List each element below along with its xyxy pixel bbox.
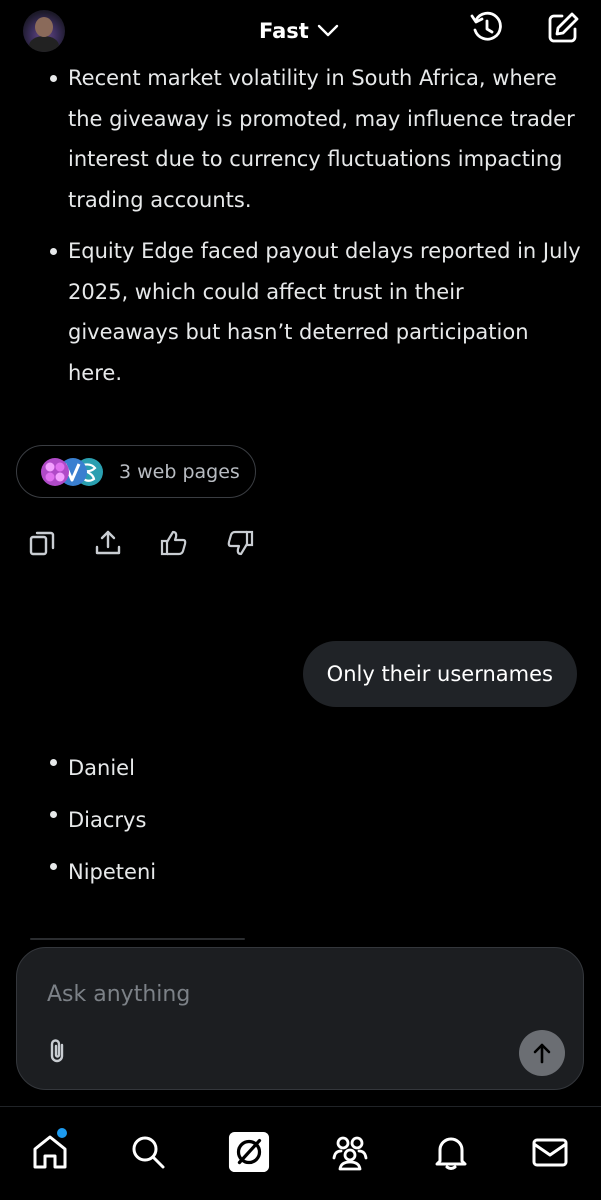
- sources-pill[interactable]: 3 web pages: [16, 445, 256, 498]
- nav-notifications[interactable]: [430, 1131, 472, 1173]
- copy-icon: [29, 531, 55, 556]
- response-actions: [28, 526, 292, 560]
- nav-search[interactable]: [127, 1131, 169, 1173]
- scroll-edge-divider: [30, 938, 245, 940]
- ask-input[interactable]: [47, 974, 487, 1014]
- dislike-button[interactable]: [226, 526, 292, 560]
- share-icon: [95, 530, 121, 555]
- list-item: Diacrys: [0, 794, 601, 846]
- list-item: Daniel: [0, 742, 601, 794]
- chevron-down-icon: [317, 24, 339, 37]
- search-icon: [132, 1136, 165, 1169]
- send-button[interactable]: [519, 1030, 565, 1076]
- thumbs-down-icon: [227, 530, 254, 556]
- composer: [16, 947, 584, 1090]
- thumbs-up-icon: [160, 530, 187, 556]
- bell-icon: [435, 1137, 467, 1170]
- sources-label: 3 web pages: [119, 460, 240, 483]
- response-bullet: Recent market volatility in South Africa…: [0, 58, 601, 220]
- list-item: Nipeteni: [0, 846, 601, 898]
- model-selector[interactable]: Fast: [259, 16, 339, 46]
- top-bar: Fast: [0, 0, 601, 62]
- model-label: Fast: [259, 19, 309, 43]
- home-icon: [33, 1135, 67, 1169]
- mail-icon: [532, 1138, 568, 1167]
- share-button[interactable]: [94, 526, 160, 560]
- grok-icon: [228, 1131, 270, 1173]
- response-bullet-list: Recent market volatility in South Africa…: [0, 58, 601, 393]
- source-favicons: [39, 455, 105, 489]
- copy-button[interactable]: [28, 526, 94, 560]
- compose-icon[interactable]: [546, 11, 580, 45]
- response-bullet: Equity Edge faced payout delays reported…: [0, 231, 601, 393]
- like-button[interactable]: [160, 526, 226, 560]
- names-list: Daniel Diacrys Nipeteni: [0, 742, 601, 898]
- arrow-up-icon: [533, 1043, 551, 1064]
- user-message-text: Only their usernames: [326, 662, 553, 686]
- nav-communities[interactable]: [329, 1131, 371, 1173]
- nav-messages[interactable]: [529, 1131, 571, 1173]
- nav-home[interactable]: [29, 1131, 71, 1173]
- avatar[interactable]: [23, 10, 65, 52]
- notification-dot: [57, 1128, 67, 1138]
- user-message-bubble: Only their usernames: [302, 641, 577, 707]
- nav-grok[interactable]: [228, 1131, 270, 1173]
- history-icon[interactable]: [470, 11, 504, 45]
- communities-icon: [332, 1136, 368, 1171]
- paperclip-icon[interactable]: [43, 1036, 73, 1066]
- bottom-navigation: [0, 1106, 601, 1200]
